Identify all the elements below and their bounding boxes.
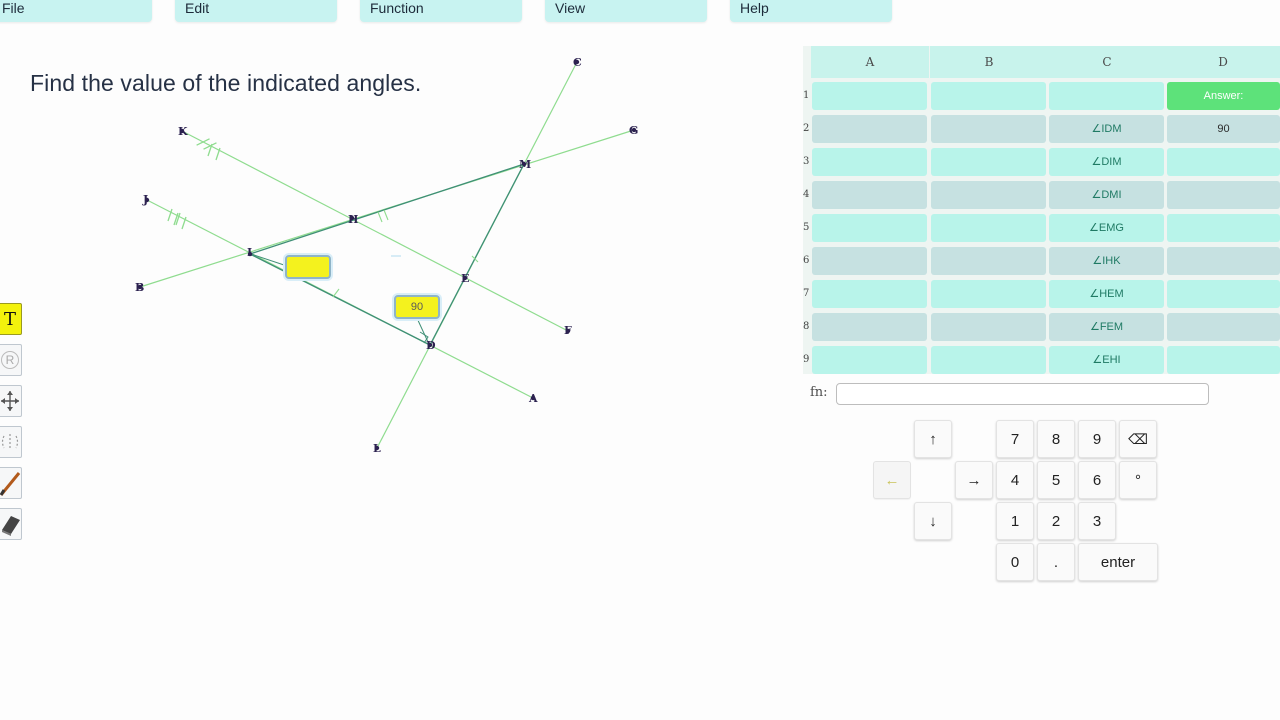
row-number: 4 (803, 189, 810, 200)
column-header-a[interactable]: A (811, 46, 929, 78)
cell-d5[interactable] (1167, 214, 1280, 242)
row-number: 3 (803, 156, 810, 167)
key-0[interactable]: 0 (996, 543, 1034, 581)
cell-d2[interactable]: 90 (1167, 115, 1280, 143)
cell-c7[interactable]: ∠HEM (1049, 280, 1164, 308)
key-9[interactable]: 9 (1078, 420, 1116, 458)
cell-b2[interactable] (931, 115, 1046, 143)
column-header-b[interactable]: B (930, 46, 1048, 78)
cell-d4[interactable] (1167, 181, 1280, 209)
cell-d1[interactable]: Answer: (1167, 82, 1280, 110)
angle-value-box[interactable]: 90 (394, 295, 440, 319)
key-8[interactable]: 8 (1037, 420, 1075, 458)
cell-c1[interactable] (1049, 82, 1164, 110)
segment-md (429, 163, 525, 346)
degree-key[interactable]: ° (1119, 461, 1157, 499)
point-label-f: F (564, 324, 572, 337)
cell-d7[interactable] (1167, 280, 1280, 308)
cell-c9[interactable]: ∠EHI (1049, 346, 1164, 374)
cell-c6[interactable]: ∠IHK (1049, 247, 1164, 275)
cell-d6[interactable] (1167, 247, 1280, 275)
key-1[interactable]: 1 (996, 502, 1034, 540)
cell-a4[interactable] (812, 181, 927, 209)
row-number: 8 (803, 321, 810, 332)
cell-b9[interactable] (931, 346, 1046, 374)
cell-a6[interactable] (812, 247, 927, 275)
line-kf (181, 130, 569, 332)
point-label-c: C (573, 56, 582, 69)
point-label-l: L (373, 442, 381, 455)
enter-key[interactable]: enter (1078, 543, 1158, 581)
row-number: 5 (803, 222, 810, 233)
point-label-e: E (461, 272, 469, 285)
key-6[interactable]: 6 (1078, 461, 1116, 499)
backspace-key[interactable]: ⌫ (1119, 420, 1157, 458)
column-header-c[interactable]: C (1048, 46, 1166, 78)
row-number: 1 (803, 90, 810, 101)
row-number: 9 (803, 354, 810, 365)
cell-a7[interactable] (812, 280, 927, 308)
cell-b4[interactable] (931, 181, 1046, 209)
cell-b7[interactable] (931, 280, 1046, 308)
point-label-k: K (178, 125, 188, 138)
cell-a1[interactable] (812, 82, 927, 110)
cell-b5[interactable] (931, 214, 1046, 242)
cell-b6[interactable] (931, 247, 1046, 275)
decimal-key[interactable]: . (1037, 543, 1075, 581)
formula-input[interactable] (836, 383, 1209, 405)
segment-im (249, 163, 525, 255)
key-5[interactable]: 5 (1037, 461, 1075, 499)
cell-a3[interactable] (812, 148, 927, 176)
row-number: 7 (803, 288, 810, 299)
row-number: 6 (803, 255, 810, 266)
cell-c2[interactable]: ∠IDM (1049, 115, 1164, 143)
column-header-d[interactable]: D (1166, 46, 1280, 78)
key-4[interactable]: 4 (996, 461, 1034, 499)
geometry-figure: C G K M H J I B E F D A L (135, 56, 638, 455)
fn-label: fn: (810, 385, 828, 400)
angle-answer-box[interactable] (285, 255, 331, 279)
point-label-a: A (528, 392, 538, 405)
point-label-i: I (247, 246, 252, 259)
point-label-m: M (519, 158, 531, 171)
cell-a8[interactable] (812, 313, 927, 341)
key-7[interactable]: 7 (996, 420, 1034, 458)
row-number: 2 (803, 123, 810, 134)
cell-b8[interactable] (931, 313, 1046, 341)
cell-d9[interactable] (1167, 346, 1280, 374)
point-label-j: J (142, 193, 148, 206)
point-label-d: D (426, 339, 436, 352)
cell-b3[interactable] (931, 148, 1046, 176)
cell-c4[interactable]: ∠DMI (1049, 181, 1164, 209)
key-2[interactable]: 2 (1037, 502, 1075, 540)
cell-d3[interactable] (1167, 148, 1280, 176)
cell-a9[interactable] (812, 346, 927, 374)
arrow-up-key[interactable]: ↑ (914, 420, 952, 458)
spreadsheet: A B C D 1 Answer: 2 ∠IDM 90 3 ∠DIM 4 ∠DM… (803, 46, 1280, 374)
arrow-left-key[interactable]: ← (873, 461, 911, 499)
arrow-right-key[interactable]: → (955, 461, 993, 499)
arrow-down-key[interactable]: ↓ (914, 502, 952, 540)
key-3[interactable]: 3 (1078, 502, 1116, 540)
cell-c5[interactable]: ∠EMG (1049, 214, 1164, 242)
cell-d8[interactable] (1167, 313, 1280, 341)
cell-a2[interactable] (812, 115, 927, 143)
point-label-h: H (348, 213, 358, 226)
point-label-b: B (135, 281, 144, 294)
cell-b1[interactable] (931, 82, 1046, 110)
cell-c8[interactable]: ∠FEM (1049, 313, 1164, 341)
cell-c3[interactable]: ∠DIM (1049, 148, 1164, 176)
cell-a5[interactable] (812, 214, 927, 242)
point-label-g: G (629, 124, 638, 137)
